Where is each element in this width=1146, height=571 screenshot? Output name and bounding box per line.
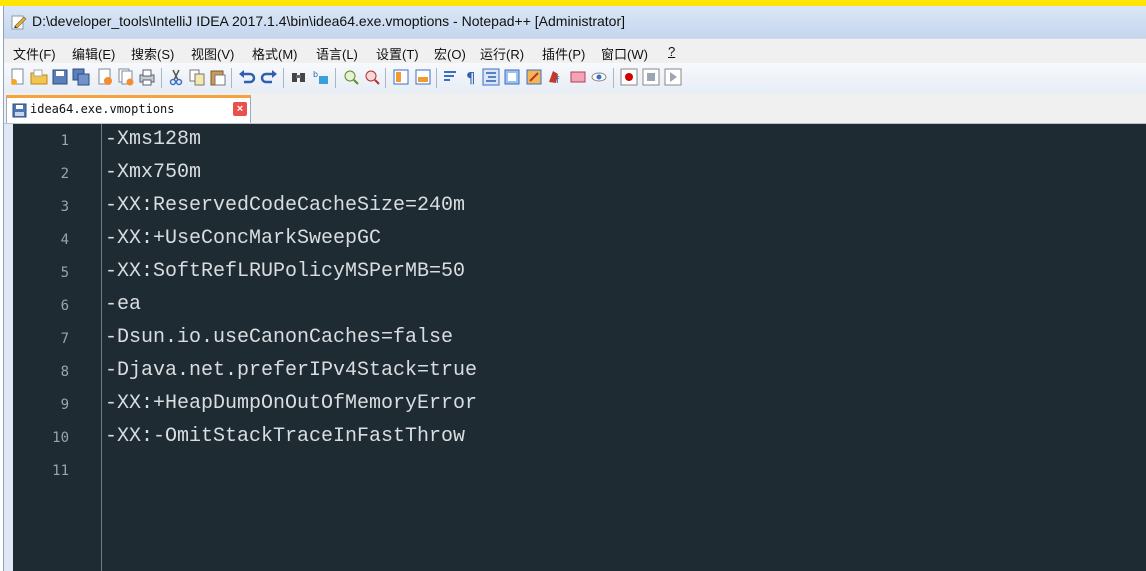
tab-idea64-vmoptions[interactable]: idea64.exe.vmoptions × (6, 95, 251, 123)
function-list-icon[interactable] (525, 68, 543, 86)
toolbar-separator (385, 68, 386, 88)
indent-guide-icon[interactable] (482, 68, 500, 86)
menu-edit[interactable]: 编辑(E) (72, 44, 115, 63)
tab-label: idea64.exe.vmoptions (30, 102, 175, 116)
menu-settings[interactable]: 设置(T) (376, 44, 419, 63)
toolbar-separator (335, 68, 336, 88)
line-number: 3 (60, 199, 69, 215)
code-line[interactable]: -Djava.net.preferIPv4Stack=true (105, 359, 477, 382)
folder-workspace-icon[interactable]: f (547, 68, 565, 86)
menu-macro[interactable]: 宏(O) (434, 44, 466, 63)
close-icon[interactable] (96, 68, 114, 86)
svg-text:b: b (313, 70, 318, 79)
find-icon[interactable] (290, 68, 308, 86)
code-editor[interactable]: 1 2 3 4 5 6 7 8 9 10 11 -Xms128m -Xmx750… (13, 124, 1146, 571)
code-line[interactable]: -ea (105, 293, 141, 316)
zoom-out-icon[interactable] (363, 68, 381, 86)
line-number: 4 (60, 232, 69, 248)
toolbar-separator (283, 68, 284, 88)
redo-icon[interactable] (260, 68, 278, 86)
play-macro-icon[interactable] (664, 68, 682, 86)
toolbar-separator (436, 68, 437, 88)
menu-bar: 文件(F) 编辑(E) 搜索(S) 视图(V) 格式(M) 语言(L) 设置(T… (4, 38, 1146, 64)
record-macro-icon[interactable] (620, 68, 638, 86)
line-number: 6 (60, 298, 69, 314)
eye-icon[interactable] (590, 68, 608, 86)
paste-icon[interactable] (209, 68, 227, 86)
toolbar-separator (231, 68, 232, 88)
menu-window[interactable]: 窗口(W) (601, 44, 648, 63)
toolbar-separator (613, 68, 614, 88)
line-number: 8 (60, 364, 69, 380)
zoom-in-icon[interactable] (342, 68, 360, 86)
sync-horizontal-icon[interactable] (414, 68, 432, 86)
svg-text:f: f (556, 76, 560, 86)
sync-vertical-icon[interactable] (392, 68, 410, 86)
code-line[interactable]: -XX:-OmitStackTraceInFastThrow (105, 425, 465, 448)
replace-icon[interactable]: b (312, 68, 330, 86)
menu-view[interactable]: 视图(V) (191, 44, 234, 63)
code-line[interactable]: -XX:+HeapDumpOnOutOfMemoryError (105, 392, 477, 415)
stop-record-icon[interactable] (642, 68, 660, 86)
word-wrap-icon[interactable] (442, 68, 460, 86)
line-number: 5 (60, 265, 69, 281)
saved-file-icon (12, 103, 27, 118)
title-bar[interactable]: D:\developer_tools\IntelliJ IDEA 2017.1.… (4, 6, 1146, 38)
line-number: 1 (60, 133, 69, 149)
menu-plugins[interactable]: 插件(P) (542, 44, 585, 63)
menu-format[interactable]: 格式(M) (252, 44, 298, 63)
menu-search[interactable]: 搜索(S) (131, 44, 174, 63)
toolbar-separator (161, 68, 162, 88)
code-line[interactable]: -XX:+UseConcMarkSweepGC (105, 227, 381, 250)
print-icon[interactable] (138, 68, 156, 86)
save-all-icon[interactable] (72, 68, 90, 86)
line-number: 7 (60, 331, 69, 347)
copy-icon[interactable] (188, 68, 206, 86)
doc-map-icon[interactable] (503, 68, 521, 86)
tab-close-icon[interactable]: × (233, 102, 247, 116)
new-file-icon[interactable] (9, 68, 27, 86)
undo-icon[interactable] (238, 68, 256, 86)
menu-file[interactable]: 文件(F) (13, 44, 56, 63)
code-line[interactable]: -Xms128m (105, 128, 201, 151)
show-all-chars-icon[interactable]: ¶ (462, 68, 480, 86)
menu-language[interactable]: 语言(L) (316, 44, 358, 63)
close-all-icon[interactable] (117, 68, 135, 86)
line-number: 11 (52, 463, 69, 479)
menu-run[interactable]: 运行(R) (480, 44, 524, 63)
code-line[interactable]: -XX:ReservedCodeCacheSize=240m (105, 194, 465, 217)
code-line[interactable]: -Xmx750m (105, 161, 201, 184)
notepadpp-app-icon (11, 15, 27, 30)
line-number: 2 (60, 166, 69, 182)
save-icon[interactable] (51, 68, 69, 86)
code-line[interactable]: -XX:SoftRefLRUPolicyMSPerMB=50 (105, 260, 465, 283)
window-left-frame (4, 124, 13, 571)
code-line[interactable]: -Dsun.io.useCanonCaches=false (105, 326, 453, 349)
line-number: 10 (52, 430, 69, 446)
line-number-gutter: 1 2 3 4 5 6 7 8 9 10 11 (13, 124, 99, 571)
window-title: D:\developer_tools\IntelliJ IDEA 2017.1.… (32, 13, 626, 29)
toolbar: b ¶ f (4, 63, 1146, 94)
open-file-icon[interactable] (30, 68, 48, 86)
menu-help[interactable]: ? (668, 44, 675, 59)
line-number: 9 (60, 397, 69, 413)
monitor-icon[interactable] (569, 68, 587, 86)
notepadpp-window: D:\developer_tools\IntelliJ IDEA 2017.1.… (3, 6, 1146, 571)
fold-margin-line (101, 124, 102, 571)
tab-bar: idea64.exe.vmoptions × (4, 93, 1146, 124)
cut-icon[interactable] (167, 68, 185, 86)
svg-text:¶: ¶ (466, 69, 476, 86)
